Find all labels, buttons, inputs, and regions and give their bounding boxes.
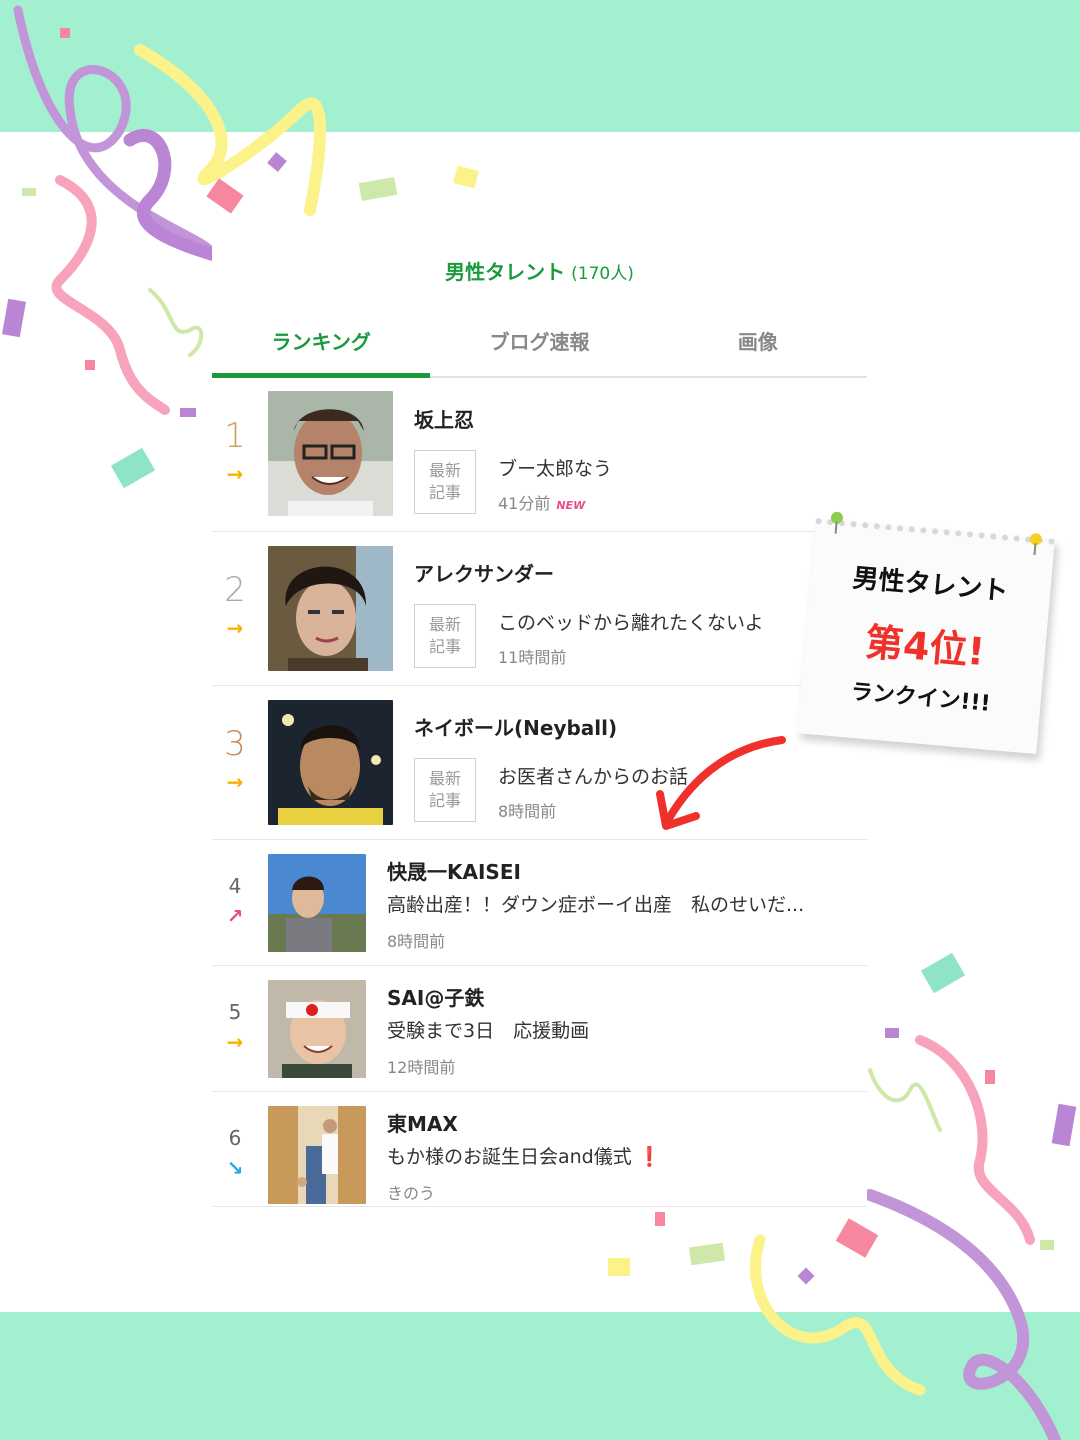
- rank-number: 5: [228, 1000, 242, 1024]
- user-name[interactable]: アレクサンダー: [414, 558, 554, 587]
- rank-number: 6: [228, 1126, 242, 1150]
- post-time: 11時間前: [498, 648, 567, 667]
- latest-post-badge: 最新 記事: [414, 604, 476, 668]
- latest-post-title[interactable]: このベッドから離れたくないよ: [498, 608, 764, 635]
- latest-post-badge: 最新 記事: [414, 758, 476, 822]
- pushpin-icon: [1029, 533, 1042, 556]
- post-time: 8時間前: [387, 932, 446, 951]
- new-tag: NEW: [556, 499, 586, 512]
- rank-number: 4: [228, 874, 242, 898]
- category-title: 男性タレント (170人): [212, 256, 867, 285]
- arrow-right-icon: →: [226, 616, 244, 640]
- post-time: 12時間前: [387, 1058, 456, 1077]
- ranking-row[interactable]: 1 → 坂上忍 最新 記事 ブー太郎なう 41分前 NEW: [212, 380, 867, 532]
- latest-post-title[interactable]: ブー太郎なう: [498, 454, 612, 481]
- latest-post-title[interactable]: 受験まで3日 応援動画: [387, 1016, 857, 1043]
- avatar[interactable]: [268, 391, 393, 516]
- arrow-up-right-icon: ↗: [226, 904, 244, 928]
- latest-post-badge-label: 最新 記事: [428, 461, 461, 502]
- post-time: 8時間前: [498, 802, 557, 821]
- ranking-panel: 男性タレント (170人) ランキング ブログ速報 画像 1 → 坂上忍 最新 記…: [212, 232, 867, 1207]
- user-name[interactable]: 東MAX: [387, 1108, 458, 1137]
- note-rank: 第4位!: [863, 619, 987, 675]
- ranking-announcement-note: 男性タレント 第4位! ランクイン!!!: [797, 511, 1055, 755]
- latest-post-badge: 最新 記事: [414, 450, 476, 514]
- user-name[interactable]: SAI@子鉄: [387, 982, 484, 1011]
- latest-post-badge-label: 最新 記事: [428, 615, 461, 656]
- tab-ranking[interactable]: ランキング: [212, 320, 431, 378]
- exclamation-icon: ❗: [637, 1146, 662, 1168]
- arrow-right-icon: →: [226, 1030, 244, 1054]
- ranking-row[interactable]: 6 ↘ 東MAX もか様のお誕生日会and儀式 ❗ きのう: [212, 1092, 867, 1207]
- rank-number: 2: [224, 570, 246, 610]
- avatar[interactable]: [268, 700, 393, 825]
- latest-post-title[interactable]: 高齢出産！！ダウン症ボーイ出産 私のせいだ...: [387, 890, 857, 917]
- note-category: 男性タレント: [851, 563, 1010, 607]
- arrow-right-icon: →: [226, 770, 244, 794]
- rank-number: 1: [224, 416, 246, 456]
- ranking-row[interactable]: 2 → アレクサンダー 最新 記事 このベッドから離れたくないよ 11時間前: [212, 532, 867, 686]
- pointer-arrow-icon: [656, 736, 786, 830]
- avatar[interactable]: [268, 1106, 366, 1204]
- latest-post-title[interactable]: もか様のお誕生日会and儀式 ❗: [387, 1142, 857, 1169]
- bottom-band: [0, 1312, 1080, 1440]
- post-time: きのう: [387, 1184, 436, 1203]
- avatar[interactable]: [268, 980, 366, 1078]
- latest-post-title-text: もか様のお誕生日会and儀式: [387, 1146, 632, 1168]
- latest-post-badge-label: 最新 記事: [428, 769, 461, 810]
- ranking-row[interactable]: 4 ↗ 快晟一KAISEI 高齢出産！！ダウン症ボーイ出産 私のせいだ... 8…: [212, 840, 867, 966]
- user-name[interactable]: 坂上忍: [414, 404, 474, 433]
- pushpin-icon: [830, 511, 843, 534]
- arrow-down-right-icon: ↘: [226, 1156, 244, 1180]
- post-time-text: 41分前: [498, 494, 551, 513]
- tab-bar: ランキング ブログ速報 画像: [212, 320, 867, 378]
- arrow-right-icon: →: [226, 462, 244, 486]
- category-count: (170人): [571, 264, 634, 284]
- top-band: [0, 0, 1080, 132]
- category-name: 男性タレント: [445, 260, 566, 284]
- avatar[interactable]: [268, 854, 366, 952]
- rank-number: 3: [224, 724, 246, 764]
- user-name[interactable]: 快晟一KAISEI: [387, 856, 521, 885]
- user-name[interactable]: ネイボール(Neyball): [414, 712, 617, 741]
- post-time: 41分前 NEW: [498, 490, 585, 514]
- tab-images[interactable]: 画像: [649, 320, 867, 376]
- ranking-row[interactable]: 5 → SAI@子鉄 受験まで3日 応援動画 12時間前: [212, 966, 867, 1092]
- avatar[interactable]: [268, 546, 393, 671]
- tab-blog-news[interactable]: ブログ速報: [430, 320, 648, 376]
